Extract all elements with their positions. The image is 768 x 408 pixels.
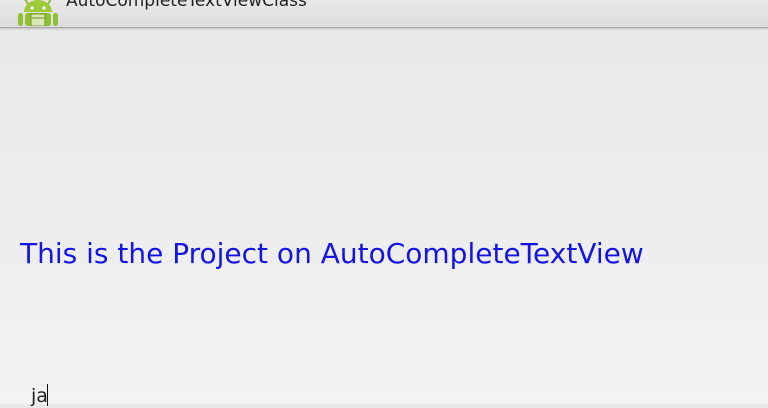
project-headline: This is the Project on AutoCompleteTextV… (20, 237, 644, 270)
app-title: AutoCompleteTextViewClass (66, 0, 307, 11)
autocomplete-input-value: ja (31, 385, 48, 407)
action-bar: AutoCompleteTextViewClass (0, 0, 768, 28)
android-robot-icon[interactable] (16, 0, 60, 27)
text-cursor (47, 384, 48, 406)
autocomplete-input[interactable]: ja (20, 378, 748, 407)
